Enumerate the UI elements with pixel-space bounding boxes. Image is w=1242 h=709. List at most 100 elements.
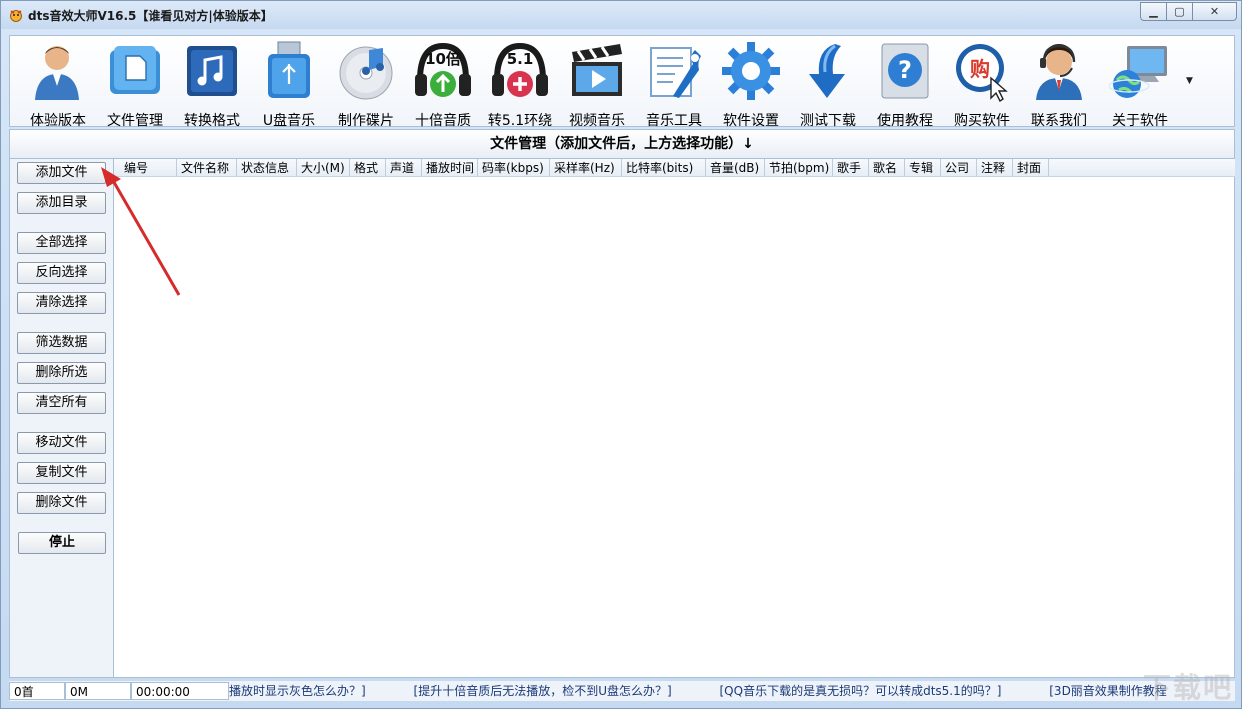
cd-icon xyxy=(339,46,393,100)
toolbar-overflow-button[interactable]: ▼ xyxy=(1186,76,1196,86)
column-header[interactable]: 音量(dB) xyxy=(706,159,765,177)
download-arrow-icon xyxy=(809,44,845,98)
column-header[interactable]: 格式 xyxy=(350,159,386,177)
column-header[interactable]: 歌手 xyxy=(833,159,869,177)
toolbar-video-music[interactable]: 视频音乐 xyxy=(559,40,635,129)
toolbar-make-disc[interactable]: 制作碟片 xyxy=(328,40,404,129)
window-title: dts音效大师V16.5【谁看见对方|体验版本】 xyxy=(28,9,273,23)
toolbar-label: 软件设置 xyxy=(723,113,779,129)
column-header[interactable]: 大小(M) xyxy=(297,159,350,177)
invert-selection-button[interactable]: 反向选择 xyxy=(17,262,106,284)
toolbar-label: 文件管理 xyxy=(107,113,163,129)
tip-link[interactable]: [QQ音乐下载的是真无损吗？可以转成dts5.1的吗？] xyxy=(720,684,1002,698)
add-file-button[interactable]: 添加文件 xyxy=(17,162,106,184)
file-list[interactable]: 编号 文件名称 状态信息 大小(M) 格式 声道 播放时间 码率(kbps) 采… xyxy=(113,159,1235,677)
help-icon: ? xyxy=(881,43,929,99)
svg-text:?: ? xyxy=(898,56,912,84)
toolbar-label: 测试下载 xyxy=(800,113,856,129)
toolbar-label: 视频音乐 xyxy=(569,113,625,129)
music-note-icon xyxy=(187,46,237,96)
delete-selected-button[interactable]: 删除所选 xyxy=(17,362,106,384)
folder-icon xyxy=(110,46,160,94)
minimize-icon: ▁ xyxy=(1149,5,1158,18)
column-header[interactable]: 注释 xyxy=(977,159,1013,177)
toolbar-file-manager[interactable]: 文件管理 xyxy=(97,40,173,129)
add-folder-button[interactable]: 添加目录 xyxy=(17,192,106,214)
toolbar-usb-music[interactable]: U盘音乐 xyxy=(251,40,327,129)
computer-globe-icon xyxy=(1109,46,1167,98)
total-time: 00:00:00 xyxy=(131,682,229,700)
toolbar-surround-51[interactable]: 5.1 转5.1环绕 xyxy=(482,40,558,129)
column-header[interactable]: 文件名称 xyxy=(177,159,237,177)
column-header[interactable]: 节拍(bpm) xyxy=(765,159,833,177)
toolbar-label: 十倍音质 xyxy=(415,113,471,129)
main-toolbar: 体验版本 文件管理 转换格式 U盘音乐 制作碟片 10倍 十倍音质 5.1 转5… xyxy=(9,35,1235,129)
window-controls: ▁ ▢ ✕ xyxy=(1140,2,1237,22)
toolbar-label: 购买软件 xyxy=(954,113,1010,129)
filter-data-button[interactable]: 筛选数据 xyxy=(17,332,106,354)
app-logo-icon xyxy=(10,10,22,22)
status-bar: 0首 0M 00:00:00 播放时显示灰色怎么办？] [提升十倍音质后无法播放… xyxy=(9,681,1235,701)
column-header[interactable]: 编号 xyxy=(114,159,177,177)
toolbar-convert-format[interactable]: 转换格式 xyxy=(174,40,250,129)
panel-title: 文件管理（添加文件后，上方选择功能）↓ xyxy=(9,129,1235,159)
column-header[interactable]: 播放时间 xyxy=(422,159,478,177)
file-list-header: 编号 文件名称 状态信息 大小(M) 格式 声道 播放时间 码率(kbps) 采… xyxy=(114,159,1235,177)
maximize-icon: ▢ xyxy=(1174,5,1185,18)
column-header[interactable]: 专辑 xyxy=(905,159,941,177)
content-area: 添加文件 添加目录 全部选择 反向选择 清除选择 筛选数据 删除所选 清空所有 … xyxy=(9,159,1235,678)
select-all-button[interactable]: 全部选择 xyxy=(17,232,106,254)
column-header[interactable]: 状态信息 xyxy=(237,159,297,177)
toolbar-test-download[interactable]: 测试下载 xyxy=(790,40,866,129)
column-header[interactable]: 采样率(Hz) xyxy=(550,159,622,177)
maximize-button[interactable]: ▢ xyxy=(1166,2,1193,21)
toolbar-tenfold-quality[interactable]: 10倍 十倍音质 xyxy=(405,40,481,129)
toolbar-label: 转5.1环绕 xyxy=(487,113,553,129)
close-icon: ✕ xyxy=(1209,5,1220,18)
badge-51: 5.1 xyxy=(507,50,534,68)
tip-link[interactable]: [提升十倍音质后无法播放，检不到U盘怎么办？] xyxy=(414,684,672,698)
column-header[interactable]: 声道 xyxy=(386,159,422,177)
title-bar: dts音效大师V16.5【谁看见对方|体验版本】 ▁ ▢ ✕ xyxy=(1,1,1241,29)
toolbar-label: 制作碟片 xyxy=(338,113,394,129)
column-header[interactable]: 公司 xyxy=(941,159,977,177)
copy-files-button[interactable]: 复制文件 xyxy=(17,462,106,484)
minimize-button[interactable]: ▁ xyxy=(1140,2,1167,21)
toolbar-buy-software[interactable]: 购 购买软件 xyxy=(944,40,1020,129)
badge-buy: 购 xyxy=(970,57,990,81)
column-header[interactable]: 比特率(bits) xyxy=(622,159,706,177)
toolbar-label: U盘音乐 xyxy=(262,113,316,129)
clear-selection-button[interactable]: 清除选择 xyxy=(17,292,106,314)
column-header[interactable]: 封面 xyxy=(1013,159,1049,177)
stop-button[interactable]: 停止 xyxy=(18,532,106,554)
headphones-10x-icon: 10倍 xyxy=(415,42,471,97)
close-button[interactable]: ✕ xyxy=(1192,2,1237,21)
site-watermark: 下载吧 xyxy=(1142,671,1233,704)
clapperboard-icon xyxy=(572,44,622,96)
toolbar-label: 转换格式 xyxy=(184,113,240,129)
toolbar-tutorial[interactable]: ? 使用教程 xyxy=(867,40,943,129)
gear-icon xyxy=(722,42,780,100)
toolbar-label: 体验版本 xyxy=(30,113,86,129)
tips-marquee[interactable]: 播放时显示灰色怎么办？] [提升十倍音质后无法播放，检不到U盘怎么办？] [QQ… xyxy=(229,682,1235,700)
toolbar-label: 使用教程 xyxy=(877,113,933,129)
delete-files-button[interactable]: 删除文件 xyxy=(17,492,106,514)
column-header[interactable]: 歌名 xyxy=(869,159,905,177)
toolbar-label: 联系我们 xyxy=(1031,113,1087,129)
headphones-51-icon: 5.1 xyxy=(492,42,548,97)
file-count: 0首 xyxy=(9,682,65,700)
clear-all-button[interactable]: 清空所有 xyxy=(17,392,106,414)
toolbar-about[interactable]: 关于软件 xyxy=(1102,40,1178,129)
user-icon xyxy=(35,46,79,100)
toolbar-settings[interactable]: 软件设置 xyxy=(713,40,789,129)
tip-link[interactable]: 播放时显示灰色怎么办？] xyxy=(229,684,366,698)
chevron-down-icon: ▼ xyxy=(1186,76,1193,86)
toolbar-label: 关于软件 xyxy=(1112,113,1168,129)
toolbar-music-tools[interactable]: 音乐工具 xyxy=(636,40,712,129)
column-header[interactable]: 码率(kbps) xyxy=(478,159,550,177)
toolbar-user-version[interactable]: 体验版本 xyxy=(20,40,96,129)
move-files-button[interactable]: 移动文件 xyxy=(17,432,106,454)
toolbar-contact-us[interactable]: 联系我们 xyxy=(1021,40,1097,129)
toolbar-label: 音乐工具 xyxy=(646,113,702,129)
tools-icon xyxy=(650,47,701,98)
